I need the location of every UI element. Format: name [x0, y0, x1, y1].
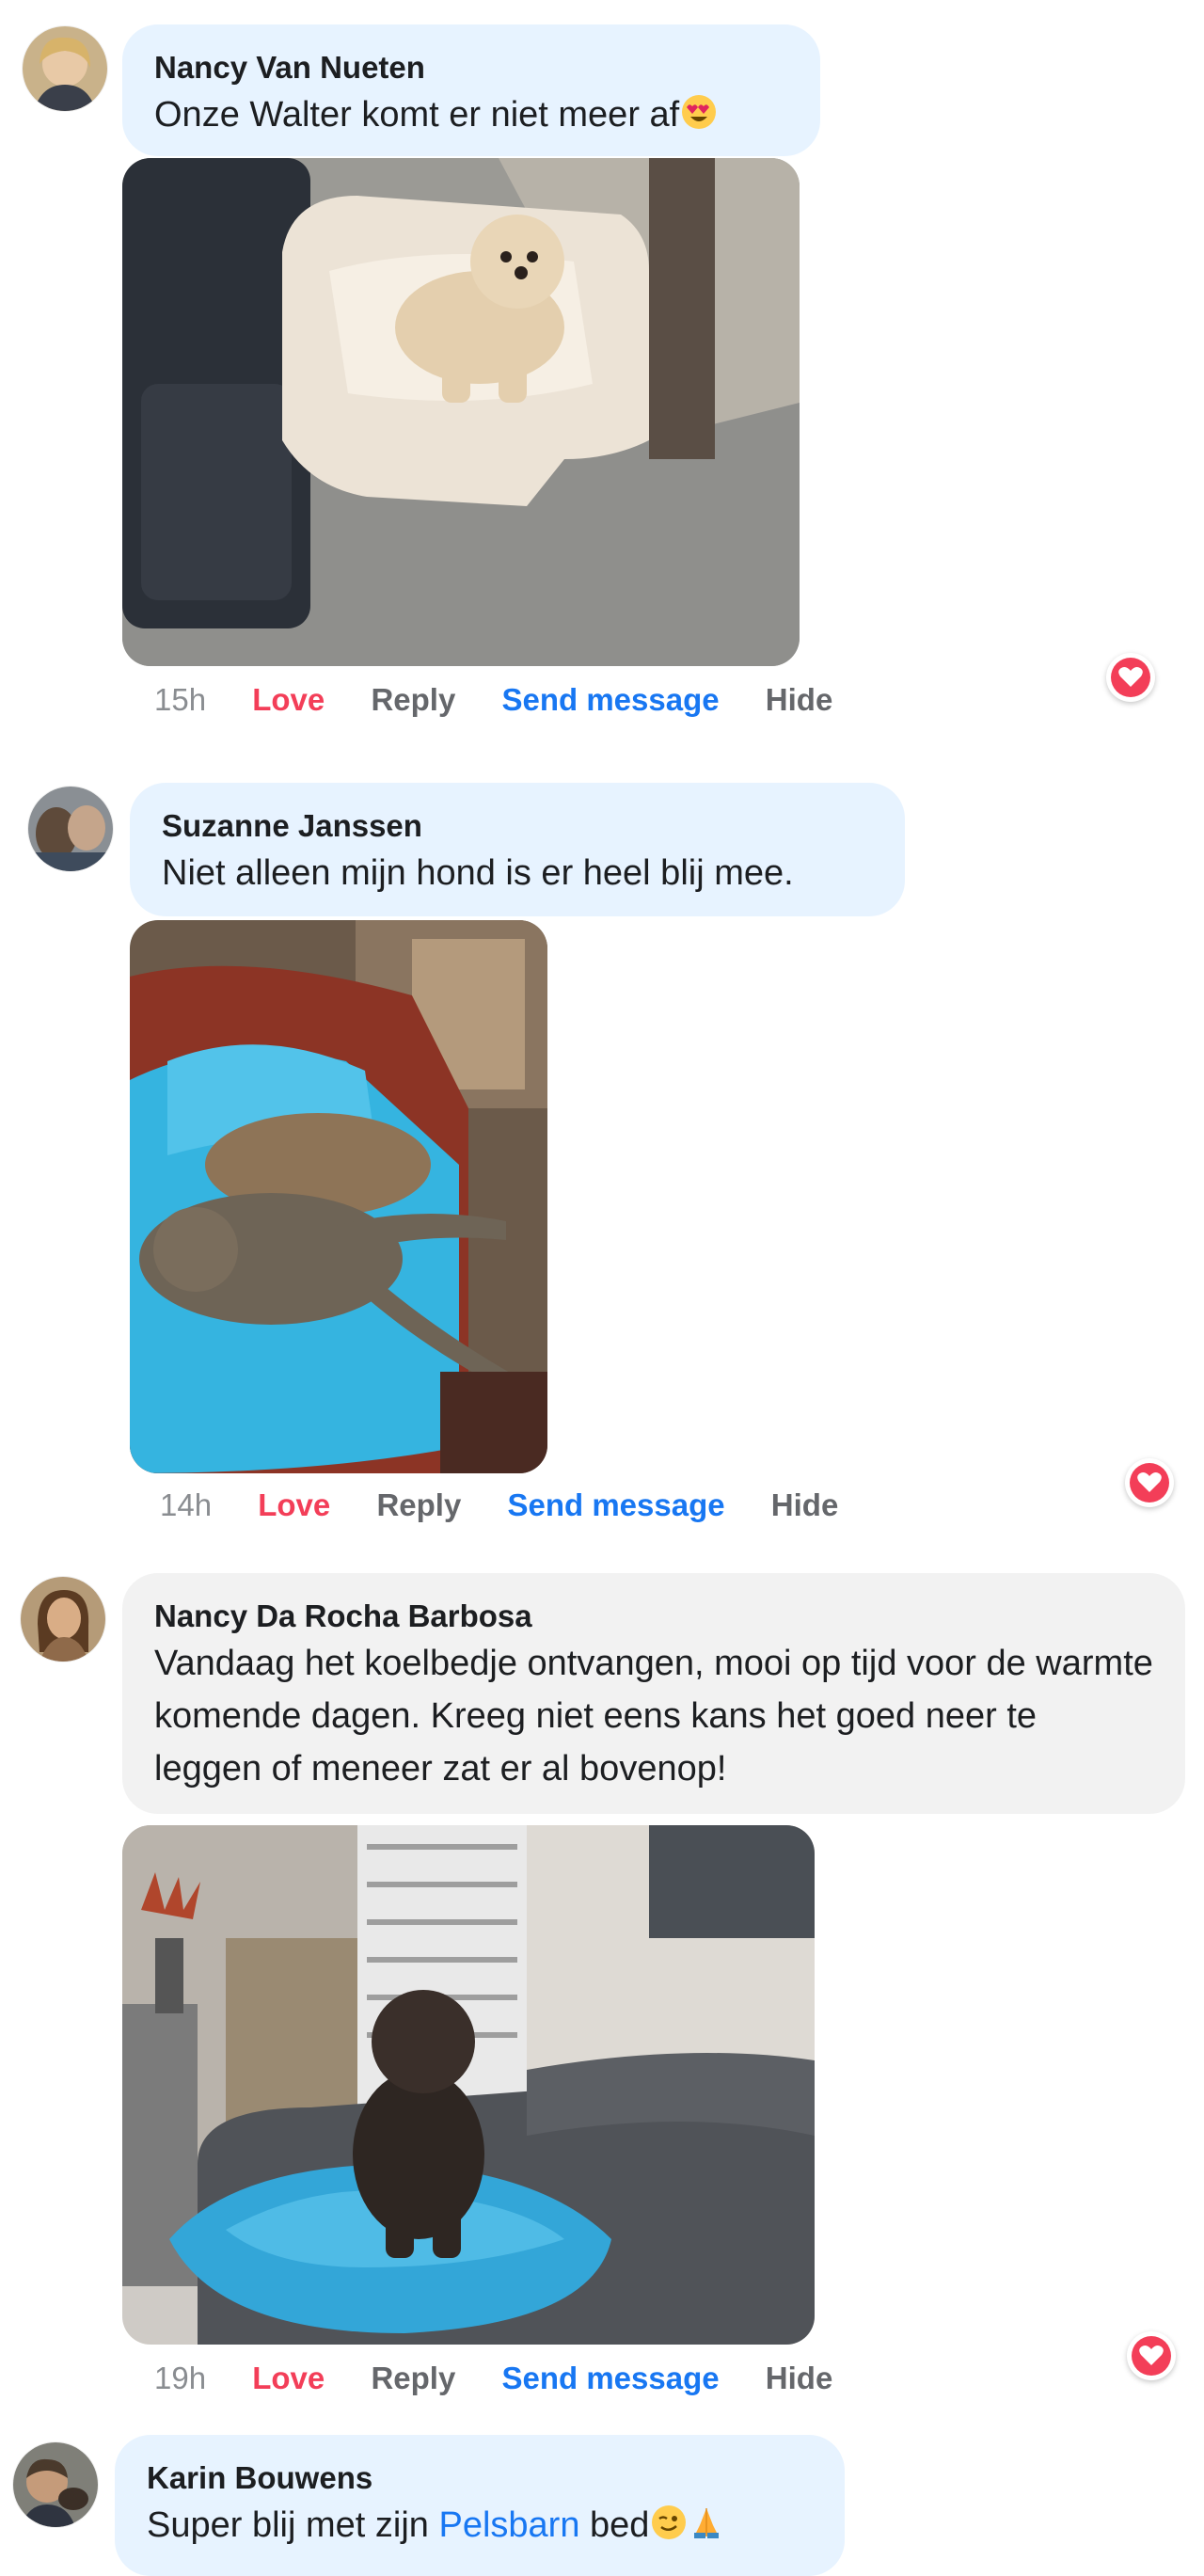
author-name[interactable]: Nancy Van Nueten [154, 47, 788, 88]
comment-text: Super blij met zijn Pelsbarn bed [147, 2499, 813, 2555]
cats-on-pillow-image [130, 920, 547, 1473]
comment-text: Vandaag het koelbedje ontvangen, mooi op… [154, 1644, 1153, 1789]
dog-on-bed-image [122, 158, 800, 666]
comment-text-content: Onze Walter komt er niet meer af [154, 95, 680, 135]
comment-text-before: Super blij met zijn [147, 2505, 439, 2545]
reply-button[interactable]: Reply [376, 1487, 461, 1522]
praying-hands-emoji-icon [689, 2503, 724, 2555]
avatar-image [13, 2442, 98, 2527]
comment-actions: 19h Love Reply Send message Hide [154, 2358, 870, 2399]
love-button[interactable]: Love [252, 2361, 325, 2395]
hide-button[interactable]: Hide [771, 1487, 839, 1522]
author-name[interactable]: Karin Bouwens [147, 2457, 813, 2499]
send-message-button[interactable]: Send message [507, 1487, 724, 1522]
comment-actions: 15h Love Reply Send message Hide [154, 679, 870, 721]
comment-photo[interactable] [122, 1825, 815, 2345]
heart-eyes-emoji-icon [681, 92, 717, 145]
pelsbarn-link[interactable]: Pelsbarn [438, 2505, 579, 2545]
avatar[interactable] [28, 787, 113, 871]
comment-2: Suzanne Janssen Niet alleen mijn hond is… [0, 771, 1204, 1543]
love-button[interactable]: Love [252, 682, 325, 717]
avatar-image [28, 787, 113, 871]
avatar[interactable] [13, 2442, 98, 2527]
send-message-button[interactable]: Send message [501, 682, 719, 717]
comment-4: Karin Bouwens Super blij met zijn Pelsba… [0, 2427, 1204, 2576]
timestamp[interactable]: 14h [160, 1487, 212, 1522]
love-reaction-icon[interactable] [1106, 653, 1155, 702]
dog-on-cooling-bed-image [122, 1825, 815, 2345]
send-message-button[interactable]: Send message [501, 2361, 719, 2395]
comment-photo[interactable] [130, 920, 547, 1473]
avatar[interactable] [21, 1577, 105, 1662]
comment-bubble: Nancy Da Rocha Barbosa Vandaag het koelb… [122, 1573, 1185, 1814]
love-reaction-icon[interactable] [1125, 1458, 1174, 1507]
comment-bubble: Nancy Van Nueten Onze Walter komt er nie… [122, 24, 820, 156]
love-button[interactable]: Love [258, 1487, 330, 1522]
comment-3: Nancy Da Rocha Barbosa Vandaag het koelb… [0, 1562, 1204, 2437]
reply-button[interactable]: Reply [371, 682, 455, 717]
comment-bubble: Karin Bouwens Super blij met zijn Pelsba… [115, 2435, 845, 2576]
timestamp[interactable]: 19h [154, 2361, 206, 2395]
comment-text: Niet alleen mijn hond is er heel blij me… [162, 853, 794, 893]
comment-photo[interactable] [122, 158, 800, 666]
comment-actions: 14h Love Reply Send message Hide [160, 1485, 876, 1526]
comment-text-after: bed [579, 2505, 650, 2545]
reply-button[interactable]: Reply [371, 2361, 455, 2395]
avatar[interactable] [23, 26, 107, 111]
wink-emoji-icon [651, 2503, 687, 2555]
love-reaction-icon[interactable] [1127, 2331, 1176, 2380]
comment-1: Nancy Van Nueten Onze Walter komt er nie… [0, 0, 1204, 743]
hide-button[interactable]: Hide [766, 682, 833, 717]
timestamp[interactable]: 15h [154, 682, 206, 717]
comment-text: Onze Walter komt er niet meer af [154, 88, 788, 145]
avatar-image [23, 26, 107, 111]
avatar-image [21, 1577, 105, 1662]
hide-button[interactable]: Hide [766, 2361, 833, 2395]
author-name[interactable]: Suzanne Janssen [162, 805, 873, 847]
author-name[interactable]: Nancy Da Rocha Barbosa [154, 1596, 1153, 1637]
comment-bubble: Suzanne Janssen Niet alleen mijn hond is… [130, 783, 905, 916]
